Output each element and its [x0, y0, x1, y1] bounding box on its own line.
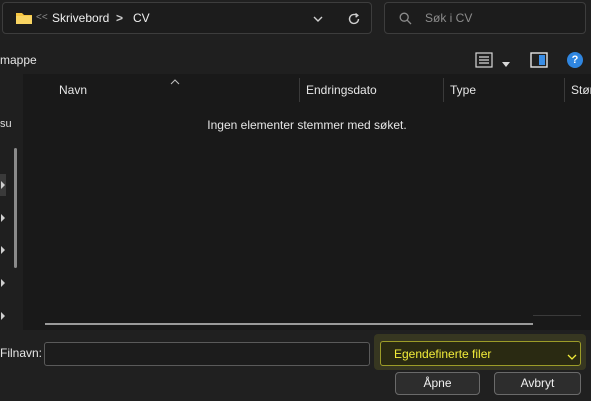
breadcrumb-separator[interactable]: > — [116, 11, 123, 25]
column-header-name[interactable]: Navn — [53, 80, 298, 102]
preview-pane-icon[interactable] — [530, 52, 548, 71]
navigation-pane: su — [0, 74, 23, 330]
chevron-right-icon[interactable] — [0, 179, 8, 191]
filename-field[interactable] — [44, 342, 407, 366]
caret-down-icon[interactable] — [501, 57, 511, 71]
search-placeholder[interactable]: Søk i CV — [425, 11, 472, 25]
cancel-button[interactable]: Avbryt — [494, 372, 581, 395]
help-icon[interactable]: ? — [567, 52, 583, 68]
view-list-icon[interactable] — [475, 52, 493, 71]
filename-label: Filnavn: — [0, 346, 43, 360]
column-header-type[interactable]: Type — [444, 80, 564, 102]
file-type-value[interactable]: Egendefinerte filer — [394, 347, 491, 361]
breadcrumb-overflow[interactable]: << — [36, 12, 48, 23]
horizontal-scrollbar[interactable] — [45, 323, 533, 325]
column-header-date[interactable]: Endringsdato — [300, 80, 443, 102]
chevron-right-icon[interactable] — [0, 212, 8, 224]
breadcrumb-item[interactable]: Skrivebord — [52, 11, 109, 25]
dialog-footer: Filnavn: Egendefinerte filer Åpne Avbryt — [0, 330, 591, 401]
nav-scrollbar[interactable] — [14, 148, 17, 268]
divider — [533, 315, 581, 316]
address-bar-area: << Skrivebord > CV Søk i CV — [0, 0, 591, 40]
address-bar[interactable]: << Skrivebord > CV — [2, 2, 372, 34]
file-type-dropdown[interactable]: Egendefinerte filer — [380, 341, 581, 366]
new-folder-button[interactable]: mappe — [0, 53, 37, 67]
column-header-size[interactable]: Stør — [565, 80, 591, 102]
chevron-right-icon[interactable] — [0, 277, 8, 289]
refresh-icon[interactable] — [347, 12, 361, 29]
file-list: Navn Endringsdato Type Stør Ingen elemen… — [23, 74, 591, 330]
chevron-right-icon[interactable] — [0, 310, 8, 322]
chevron-down-icon[interactable] — [566, 350, 578, 364]
open-button[interactable]: Åpne — [395, 372, 480, 395]
chevron-down-icon[interactable] — [312, 13, 324, 27]
command-bar: mappe ? — [0, 44, 591, 74]
folder-icon — [15, 11, 33, 28]
nav-item-label[interactable]: su — [0, 118, 12, 130]
breadcrumb-item[interactable]: CV — [133, 11, 150, 25]
empty-message: Ingen elementer stemmer med søket. — [207, 118, 407, 132]
chevron-right-icon[interactable] — [0, 244, 8, 256]
search-box[interactable]: Søk i CV — [384, 2, 586, 34]
search-icon — [399, 12, 412, 28]
